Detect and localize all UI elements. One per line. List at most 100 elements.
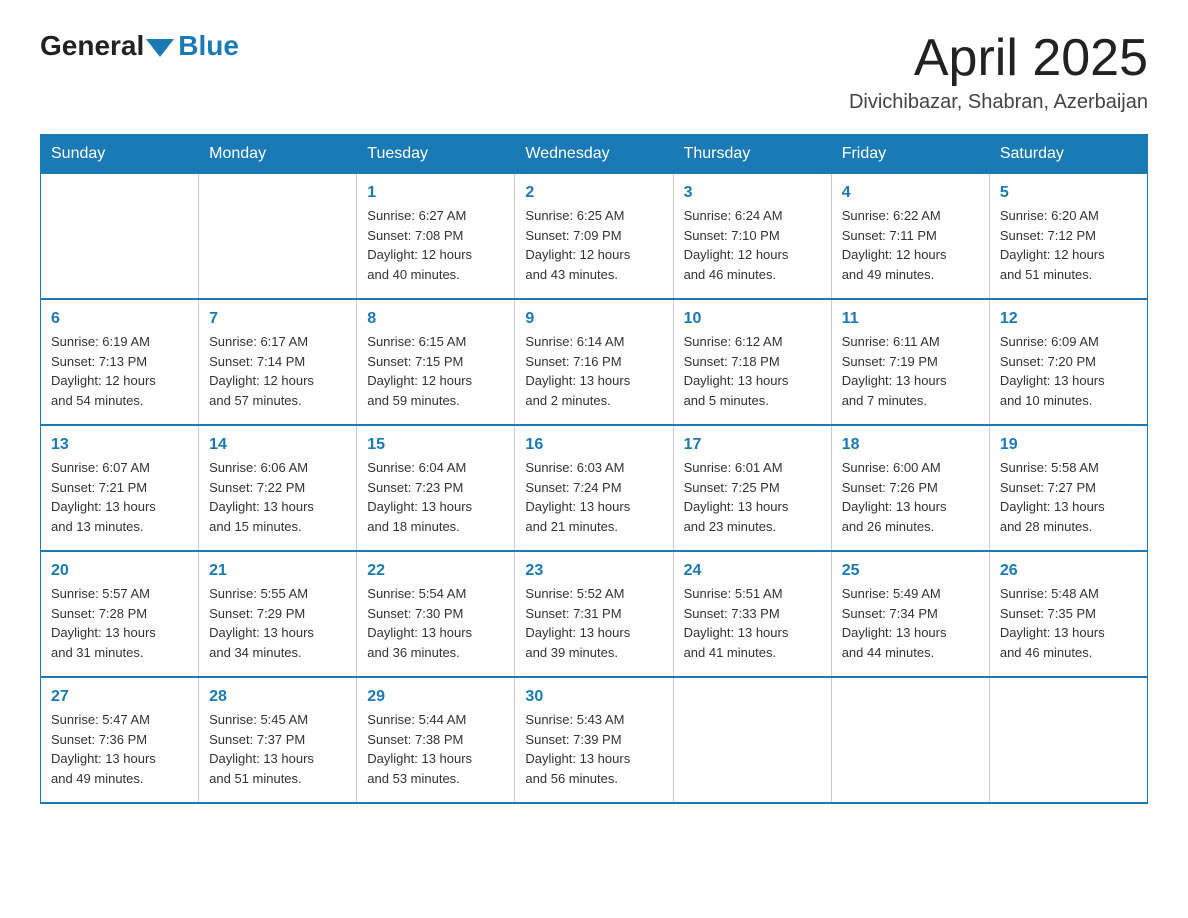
day-number: 6 [51,310,188,328]
day-number: 11 [842,310,979,328]
calendar-cell: 5 Sunrise: 6:20 AM Sunset: 7:12 PM Daylig… [989,174,1147,300]
calendar-cell: 28 Sunrise: 5:45 AM Sunset: 7:37 PM Dayli… [199,677,357,803]
calendar-cell: 2 Sunrise: 6:25 AM Sunset: 7:09 PM Daylig… [515,174,673,300]
calendar-cell: 8Sunrise: 6:15 AM Sunset: 7:15 PM Daylig… [357,299,515,425]
calendar-cell: 15 Sunrise: 6:04 AM Sunset: 7:23 PM Dayli… [357,425,515,551]
calendar-cell: 18 Sunrise: 6:00 AM Sunset: 7:26 PM Dayli… [831,425,989,551]
day-number: 5 [1000,184,1137,202]
day-info: Sunrise: 5:47 AM Sunset: 7:36 PM Dayligh… [51,710,188,788]
calendar-week-row: 20 Sunrise: 5:57 AM Sunset: 7:28 PM Dayli… [41,551,1148,677]
weekday-header-tuesday: Tuesday [357,135,515,174]
calendar-week-row: 27 Sunrise: 5:47 AM Sunset: 7:36 PM Dayli… [41,677,1148,803]
calendar-cell [673,677,831,803]
calendar-cell: 29 Sunrise: 5:44 AM Sunset: 7:38 PM Dayli… [357,677,515,803]
day-number: 3 [684,184,821,202]
day-number: 25 [842,562,979,580]
day-info: Sunrise: 6:24 AM Sunset: 7:10 PM Dayligh… [684,206,821,284]
day-info: Sunrise: 6:09 AM Sunset: 7:20 PM Dayligh… [1000,332,1137,410]
day-number: 4 [842,184,979,202]
weekday-header-friday: Friday [831,135,989,174]
calendar-body: 1Sunrise: 6:27 AM Sunset: 7:08 PM Daylig… [41,174,1148,804]
day-number: 26 [1000,562,1137,580]
day-number: 15 [367,436,504,454]
day-number: 9 [525,310,662,328]
logo-general-text: General [40,30,144,62]
calendar-cell: 16Sunrise: 6:03 AM Sunset: 7:24 PM Dayli… [515,425,673,551]
day-number: 21 [209,562,346,580]
calendar-cell [831,677,989,803]
calendar-cell: 7Sunrise: 6:17 AM Sunset: 7:14 PM Daylig… [199,299,357,425]
title-section: April 2025 Divichibazar, Shabran, Azerba… [849,30,1148,114]
calendar-cell: 22Sunrise: 5:54 AM Sunset: 7:30 PM Dayli… [357,551,515,677]
day-info: Sunrise: 5:49 AM Sunset: 7:34 PM Dayligh… [842,584,979,662]
day-info: Sunrise: 6:19 AM Sunset: 7:13 PM Dayligh… [51,332,188,410]
day-number: 23 [525,562,662,580]
day-number: 27 [51,688,188,706]
day-info: Sunrise: 5:57 AM Sunset: 7:28 PM Dayligh… [51,584,188,662]
calendar-cell: 19 Sunrise: 5:58 AM Sunset: 7:27 PM Dayli… [989,425,1147,551]
calendar-cell [199,174,357,300]
calendar-cell: 6 Sunrise: 6:19 AM Sunset: 7:13 PM Daylig… [41,299,199,425]
calendar-cell: 26Sunrise: 5:48 AM Sunset: 7:35 PM Dayli… [989,551,1147,677]
day-info: Sunrise: 6:14 AM Sunset: 7:16 PM Dayligh… [525,332,662,410]
location-title: Divichibazar, Shabran, Azerbaijan [849,91,1148,114]
calendar-cell: 21Sunrise: 5:55 AM Sunset: 7:29 PM Dayli… [199,551,357,677]
calendar-cell: 25 Sunrise: 5:49 AM Sunset: 7:34 PM Dayli… [831,551,989,677]
logo: General Blue [40,30,239,62]
calendar-cell: 20 Sunrise: 5:57 AM Sunset: 7:28 PM Dayli… [41,551,199,677]
day-number: 13 [51,436,188,454]
calendar-cell: 24 Sunrise: 5:51 AM Sunset: 7:33 PM Dayli… [673,551,831,677]
calendar-cell: 27 Sunrise: 5:47 AM Sunset: 7:36 PM Dayli… [41,677,199,803]
day-info: Sunrise: 6:07 AM Sunset: 7:21 PM Dayligh… [51,458,188,536]
calendar-header: SundayMondayTuesdayWednesdayThursdayFrid… [41,135,1148,174]
day-info: Sunrise: 6:20 AM Sunset: 7:12 PM Dayligh… [1000,206,1137,284]
day-number: 28 [209,688,346,706]
day-info: Sunrise: 6:27 AM Sunset: 7:08 PM Dayligh… [367,206,504,284]
weekday-header-sunday: Sunday [41,135,199,174]
calendar-cell: 3 Sunrise: 6:24 AM Sunset: 7:10 PM Daylig… [673,174,831,300]
day-info: Sunrise: 5:43 AM Sunset: 7:39 PM Dayligh… [525,710,662,788]
calendar-cell [989,677,1147,803]
calendar-table: SundayMondayTuesdayWednesdayThursdayFrid… [40,134,1148,804]
day-info: Sunrise: 6:00 AM Sunset: 7:26 PM Dayligh… [842,458,979,536]
day-info: Sunrise: 5:45 AM Sunset: 7:37 PM Dayligh… [209,710,346,788]
day-number: 14 [209,436,346,454]
calendar-week-row: 13 Sunrise: 6:07 AM Sunset: 7:21 PM Dayli… [41,425,1148,551]
calendar-cell: 9 Sunrise: 6:14 AM Sunset: 7:16 PM Daylig… [515,299,673,425]
day-info: Sunrise: 6:25 AM Sunset: 7:09 PM Dayligh… [525,206,662,284]
day-info: Sunrise: 5:44 AM Sunset: 7:38 PM Dayligh… [367,710,504,788]
day-number: 20 [51,562,188,580]
day-number: 8 [367,310,504,328]
weekday-header-monday: Monday [199,135,357,174]
calendar-cell: 30Sunrise: 5:43 AM Sunset: 7:39 PM Dayli… [515,677,673,803]
logo-arrow-icon [146,39,174,57]
day-info: Sunrise: 6:03 AM Sunset: 7:24 PM Dayligh… [525,458,662,536]
page-header: General Blue April 2025 Divichibazar, Sh… [40,30,1148,114]
day-number: 24 [684,562,821,580]
calendar-cell: 23 Sunrise: 5:52 AM Sunset: 7:31 PM Dayli… [515,551,673,677]
day-info: Sunrise: 6:22 AM Sunset: 7:11 PM Dayligh… [842,206,979,284]
day-info: Sunrise: 6:06 AM Sunset: 7:22 PM Dayligh… [209,458,346,536]
day-info: Sunrise: 5:54 AM Sunset: 7:30 PM Dayligh… [367,584,504,662]
weekday-header-saturday: Saturday [989,135,1147,174]
day-info: Sunrise: 6:04 AM Sunset: 7:23 PM Dayligh… [367,458,504,536]
calendar-cell: 10 Sunrise: 6:12 AM Sunset: 7:18 PM Dayli… [673,299,831,425]
day-info: Sunrise: 5:58 AM Sunset: 7:27 PM Dayligh… [1000,458,1137,536]
day-info: Sunrise: 5:52 AM Sunset: 7:31 PM Dayligh… [525,584,662,662]
day-info: Sunrise: 6:11 AM Sunset: 7:19 PM Dayligh… [842,332,979,410]
calendar-cell: 14 Sunrise: 6:06 AM Sunset: 7:22 PM Dayli… [199,425,357,551]
day-number: 18 [842,436,979,454]
day-info: Sunrise: 6:01 AM Sunset: 7:25 PM Dayligh… [684,458,821,536]
day-number: 2 [525,184,662,202]
weekday-header-thursday: Thursday [673,135,831,174]
day-number: 10 [684,310,821,328]
day-number: 19 [1000,436,1137,454]
calendar-week-row: 1Sunrise: 6:27 AM Sunset: 7:08 PM Daylig… [41,174,1148,300]
day-number: 29 [367,688,504,706]
calendar-cell [41,174,199,300]
calendar-cell: 1Sunrise: 6:27 AM Sunset: 7:08 PM Daylig… [357,174,515,300]
day-info: Sunrise: 6:12 AM Sunset: 7:18 PM Dayligh… [684,332,821,410]
calendar-cell: 11 Sunrise: 6:11 AM Sunset: 7:19 PM Dayli… [831,299,989,425]
day-info: Sunrise: 5:51 AM Sunset: 7:33 PM Dayligh… [684,584,821,662]
day-info: Sunrise: 6:17 AM Sunset: 7:14 PM Dayligh… [209,332,346,410]
